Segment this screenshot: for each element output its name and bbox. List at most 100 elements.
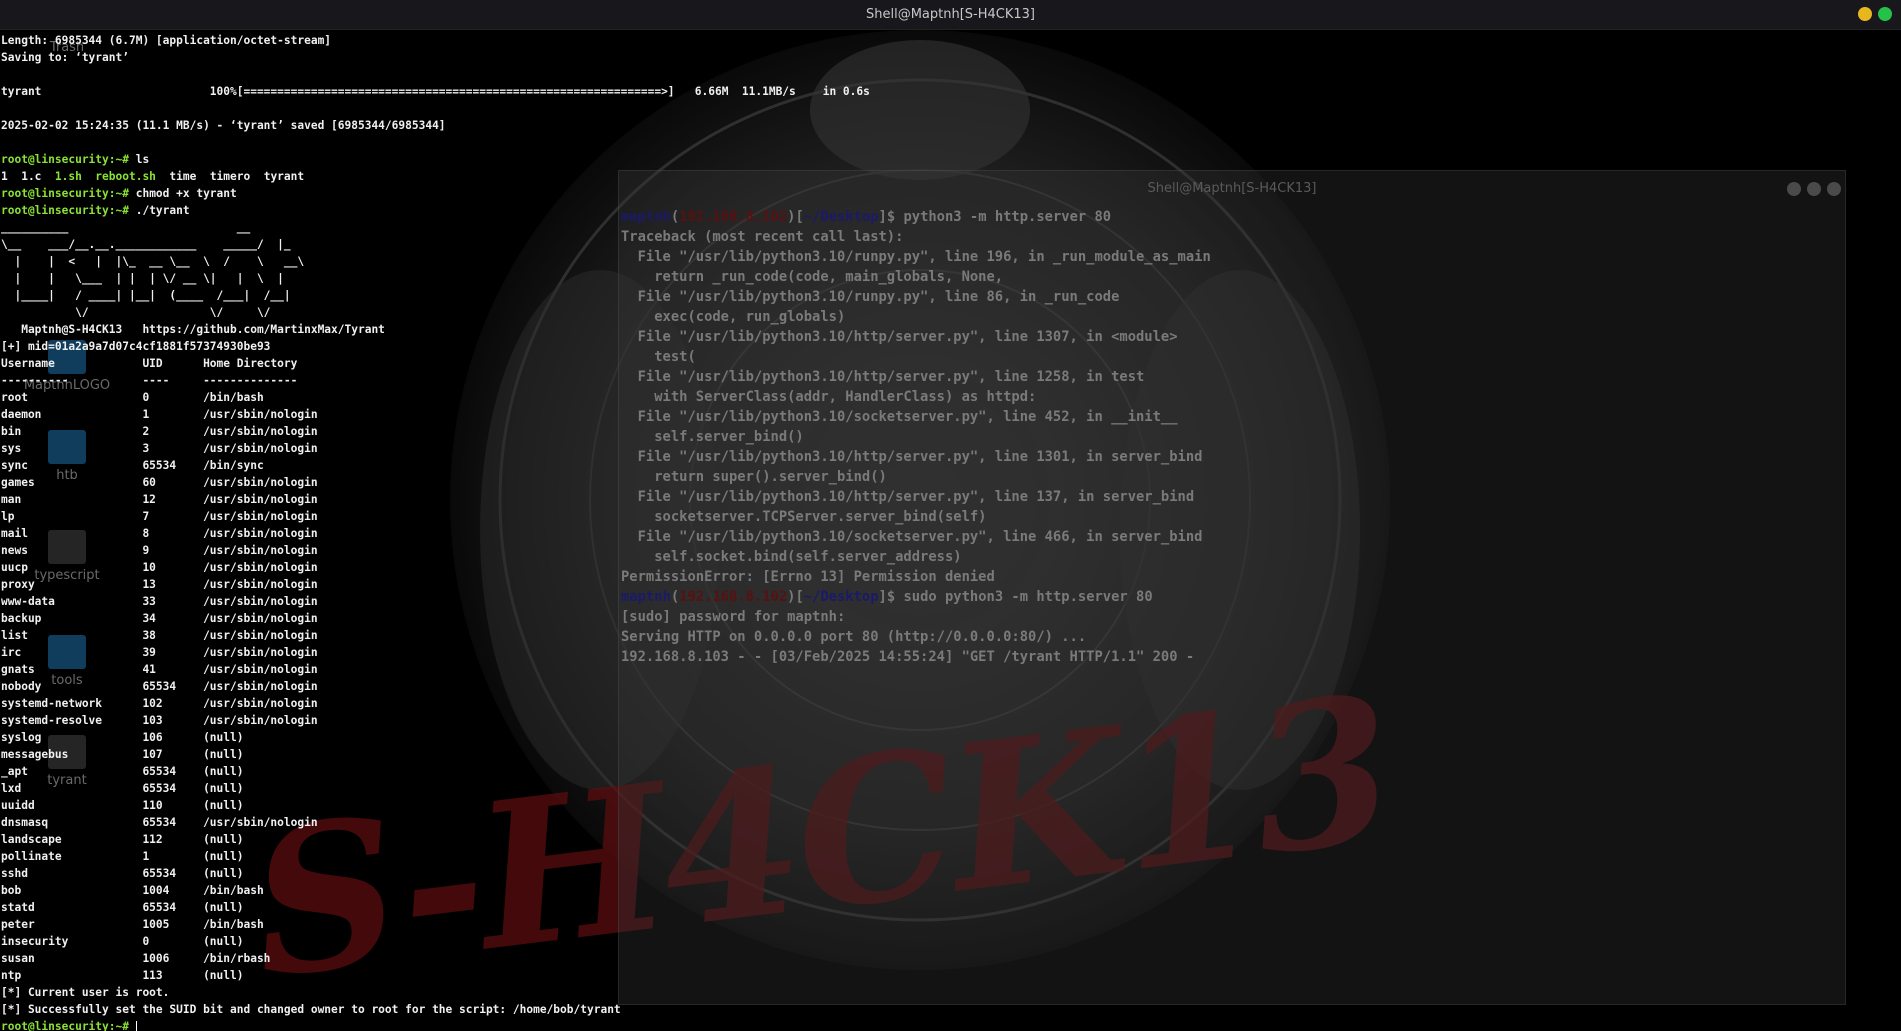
user-row-text: irc 39 /usr/sbin/nologin <box>1 646 318 659</box>
user-row-text: man 12 /usr/sbin/nologin <box>1 493 318 506</box>
table-row: sshd 65534 (null) <box>1 865 870 882</box>
banner-line: __________ __ <box>1 219 870 236</box>
table-row: lp 7 /usr/sbin/nologin <box>1 508 870 525</box>
terminal-text: Maptnh@S-H4CK13 https://github.com/Marti… <box>1 323 385 336</box>
table-row: dnsmasq 65534 /usr/sbin/nologin <box>1 814 870 831</box>
table-row: www-data 33 /usr/sbin/nologin <box>1 593 870 610</box>
table-row: irc 39 /usr/sbin/nologin <box>1 644 870 661</box>
window-title: Shell@Maptnh[S-H4CK13] <box>866 7 1035 22</box>
banner-line: \__ ___/__.__.____________ _____/ |_ <box>1 236 870 253</box>
status-line: [*] Successfully set the SUID bit and ch… <box>1 1001 870 1018</box>
terminal-text: 2025-02-02 15:24:35 (11.1 MB/s) - ‘tyran… <box>1 119 446 132</box>
user-row-text: root 0 /bin/bash <box>1 391 264 404</box>
user-row-text: susan 1006 /bin/rbash <box>1 952 271 965</box>
user-row-text: dnsmasq 65534 /usr/sbin/nologin <box>1 816 318 829</box>
user-row-text: games 60 /usr/sbin/nologin <box>1 476 318 489</box>
terminal-text: Length: 6985344 (6.7M) [application/octe… <box>1 34 332 47</box>
table-row: sys 3 /usr/sbin/nologin <box>1 440 870 457</box>
table-row: uuidd 110 (null) <box>1 797 870 814</box>
table-row: syslog 106 (null) <box>1 729 870 746</box>
terminal-text: \__ ___/__.__.____________ _____/ |_ <box>1 238 291 251</box>
terminal-text: time timero tyrant <box>155 170 305 183</box>
maximize-button[interactable] <box>1878 7 1892 21</box>
command-line: root@linsecurity:~# ls <box>1 151 870 168</box>
user-row-text: systemd-resolve 103 /usr/sbin/nologin <box>1 714 318 727</box>
terminal-text: [*] Successfully set the SUID bit and ch… <box>1 1003 621 1016</box>
status-line: [*] Current user is root. <box>1 984 870 1001</box>
user-row-text: news 9 /usr/sbin/nologin <box>1 544 318 557</box>
terminal-text: | | < | |\_ __ \__ \ / \ __\ <box>1 255 305 268</box>
table-row: systemd-resolve 103 /usr/sbin/nologin <box>1 712 870 729</box>
table-row: peter 1005 /bin/bash <box>1 916 870 933</box>
terminal-text: Saving to: ‘tyrant’ <box>1 51 129 64</box>
terminal-text: tyrant 100%[============================… <box>1 85 870 98</box>
minimize-button[interactable] <box>1858 7 1872 21</box>
terminal-line: Saving to: ‘tyrant’ <box>1 49 870 66</box>
user-row-text: pollinate 1 (null) <box>1 850 244 863</box>
table-row: gnats 41 /usr/sbin/nologin <box>1 661 870 678</box>
terminal-line: 2025-02-02 15:24:35 (11.1 MB/s) - ‘tyran… <box>1 117 870 134</box>
user-row-text: nobody 65534 /usr/sbin/nologin <box>1 680 318 693</box>
user-row-text: bob 1004 /bin/bash <box>1 884 264 897</box>
table-row: man 12 /usr/sbin/nologin <box>1 491 870 508</box>
background-terminal-title-text: Shell@Maptnh[S-H4CK13] <box>1147 181 1317 196</box>
command-line: root@linsecurity:~# ./tyrant <box>1 202 870 219</box>
banner-line: Maptnh@S-H4CK13 https://github.com/Marti… <box>1 321 870 338</box>
table-row: ntp 113 (null) <box>1 967 870 984</box>
terminal-text: [*] Current user is root. <box>1 986 170 999</box>
table-row: susan 1006 /bin/rbash <box>1 950 870 967</box>
banner-line: \/ \/ \/ <box>1 304 870 321</box>
terminal-line: Length: 6985344 (6.7M) [application/octe… <box>1 32 870 49</box>
table-row: messagebus 107 (null) <box>1 746 870 763</box>
terminal-text: [+] mid=01a2a9a7d07c4cf1881f57374930be93 <box>1 340 271 353</box>
user-row-text: insecurity 0 (null) <box>1 935 244 948</box>
shell-prompt: root@linsecurity:~# <box>1 204 129 217</box>
terminal-text: \/ \/ \/ <box>1 306 271 319</box>
maximize-icon[interactable] <box>1807 182 1821 196</box>
user-row-text: peter 1005 /bin/bash <box>1 918 264 931</box>
user-row-text: systemd-network 102 /usr/sbin/nologin <box>1 697 318 710</box>
command-text: ls <box>128 153 150 166</box>
shell-prompt: root@linsecurity:~# <box>1 1020 129 1031</box>
table-row: landscape 112 (null) <box>1 831 870 848</box>
user-row-text: _apt 65534 (null) <box>1 765 244 778</box>
user-row-text: statd 65534 (null) <box>1 901 244 914</box>
user-row-text: bin 2 /usr/sbin/nologin <box>1 425 318 438</box>
terminal-text: |____| / ____| |__| (____ /___| /__| <box>1 289 291 302</box>
user-row-text: lxd 65534 (null) <box>1 782 244 795</box>
user-row-text: syslog 106 (null) <box>1 731 244 744</box>
minimize-icon[interactable] <box>1787 182 1801 196</box>
table-row: daemon 1 /usr/sbin/nologin <box>1 406 870 423</box>
close-icon[interactable] <box>1827 182 1841 196</box>
user-row-text: daemon 1 /usr/sbin/nologin <box>1 408 318 421</box>
table-row: backup 34 /usr/sbin/nologin <box>1 610 870 627</box>
script-files: 1.sh reboot.sh <box>54 170 156 183</box>
table-header: Username UID Home Directory <box>1 355 870 372</box>
user-row-text: proxy 13 /usr/sbin/nologin <box>1 578 318 591</box>
terminal-text: | | \___ | | | \/ __ \| | \ | <box>1 272 284 285</box>
user-row-text: backup 34 /usr/sbin/nologin <box>1 612 318 625</box>
user-row-text: ntp 113 (null) <box>1 969 244 982</box>
table-row: sync 65534 /bin/sync <box>1 457 870 474</box>
shell-prompt: root@linsecurity:~# <box>1 187 129 200</box>
main-terminal-output[interactable]: Length: 6985344 (6.7M) [application/octe… <box>1 32 870 1031</box>
command-text: ]$ sudo python3 -m http.server 80 <box>878 589 1153 605</box>
banner-line: | | \___ | | | \/ __ \| | \ | <box>1 270 870 287</box>
terminal-text: 1 1.c <box>1 170 55 183</box>
user-row-text: landscape 112 (null) <box>1 833 244 846</box>
user-row-text: messagebus 107 (null) <box>1 748 244 761</box>
user-row-text: uucp 10 /usr/sbin/nologin <box>1 561 318 574</box>
banner-line: [+] mid=01a2a9a7d07c4cf1881f57374930be93 <box>1 338 870 355</box>
table-row: uucp 10 /usr/sbin/nologin <box>1 559 870 576</box>
terminal-line: tyrant 100%[============================… <box>1 83 870 100</box>
table-row: news 9 /usr/sbin/nologin <box>1 542 870 559</box>
terminal-text: Username UID Home Directory <box>1 357 298 370</box>
table-row: bob 1004 /bin/bash <box>1 882 870 899</box>
banner-line: | | < | |\_ __ \__ \ / \ __\ <box>1 253 870 270</box>
text-cursor <box>135 1020 137 1031</box>
table-separator: ---------- ---- -------------- <box>1 372 870 389</box>
table-row: statd 65534 (null) <box>1 899 870 916</box>
table-row: mail 8 /usr/sbin/nologin <box>1 525 870 542</box>
